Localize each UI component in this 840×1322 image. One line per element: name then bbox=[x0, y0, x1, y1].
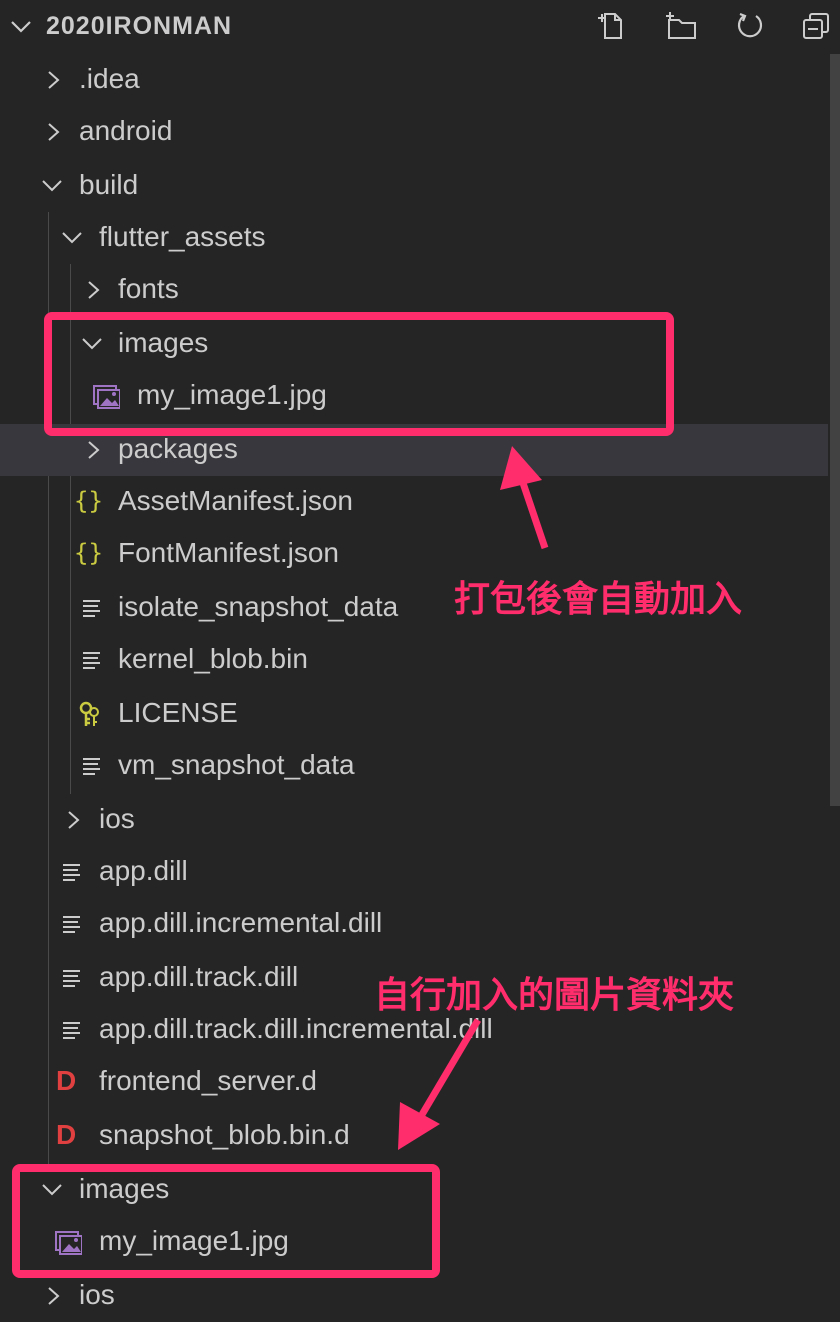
arrow-up-icon bbox=[500, 446, 549, 550]
annotation-auto-added: 打包後會自動加入 bbox=[454, 579, 743, 620]
arrow-down-icon bbox=[398, 1018, 482, 1150]
annotation-arrows bbox=[398, 446, 549, 1150]
annotation-manual-folder: 自行加入的圖片資料夾 bbox=[374, 975, 735, 1016]
